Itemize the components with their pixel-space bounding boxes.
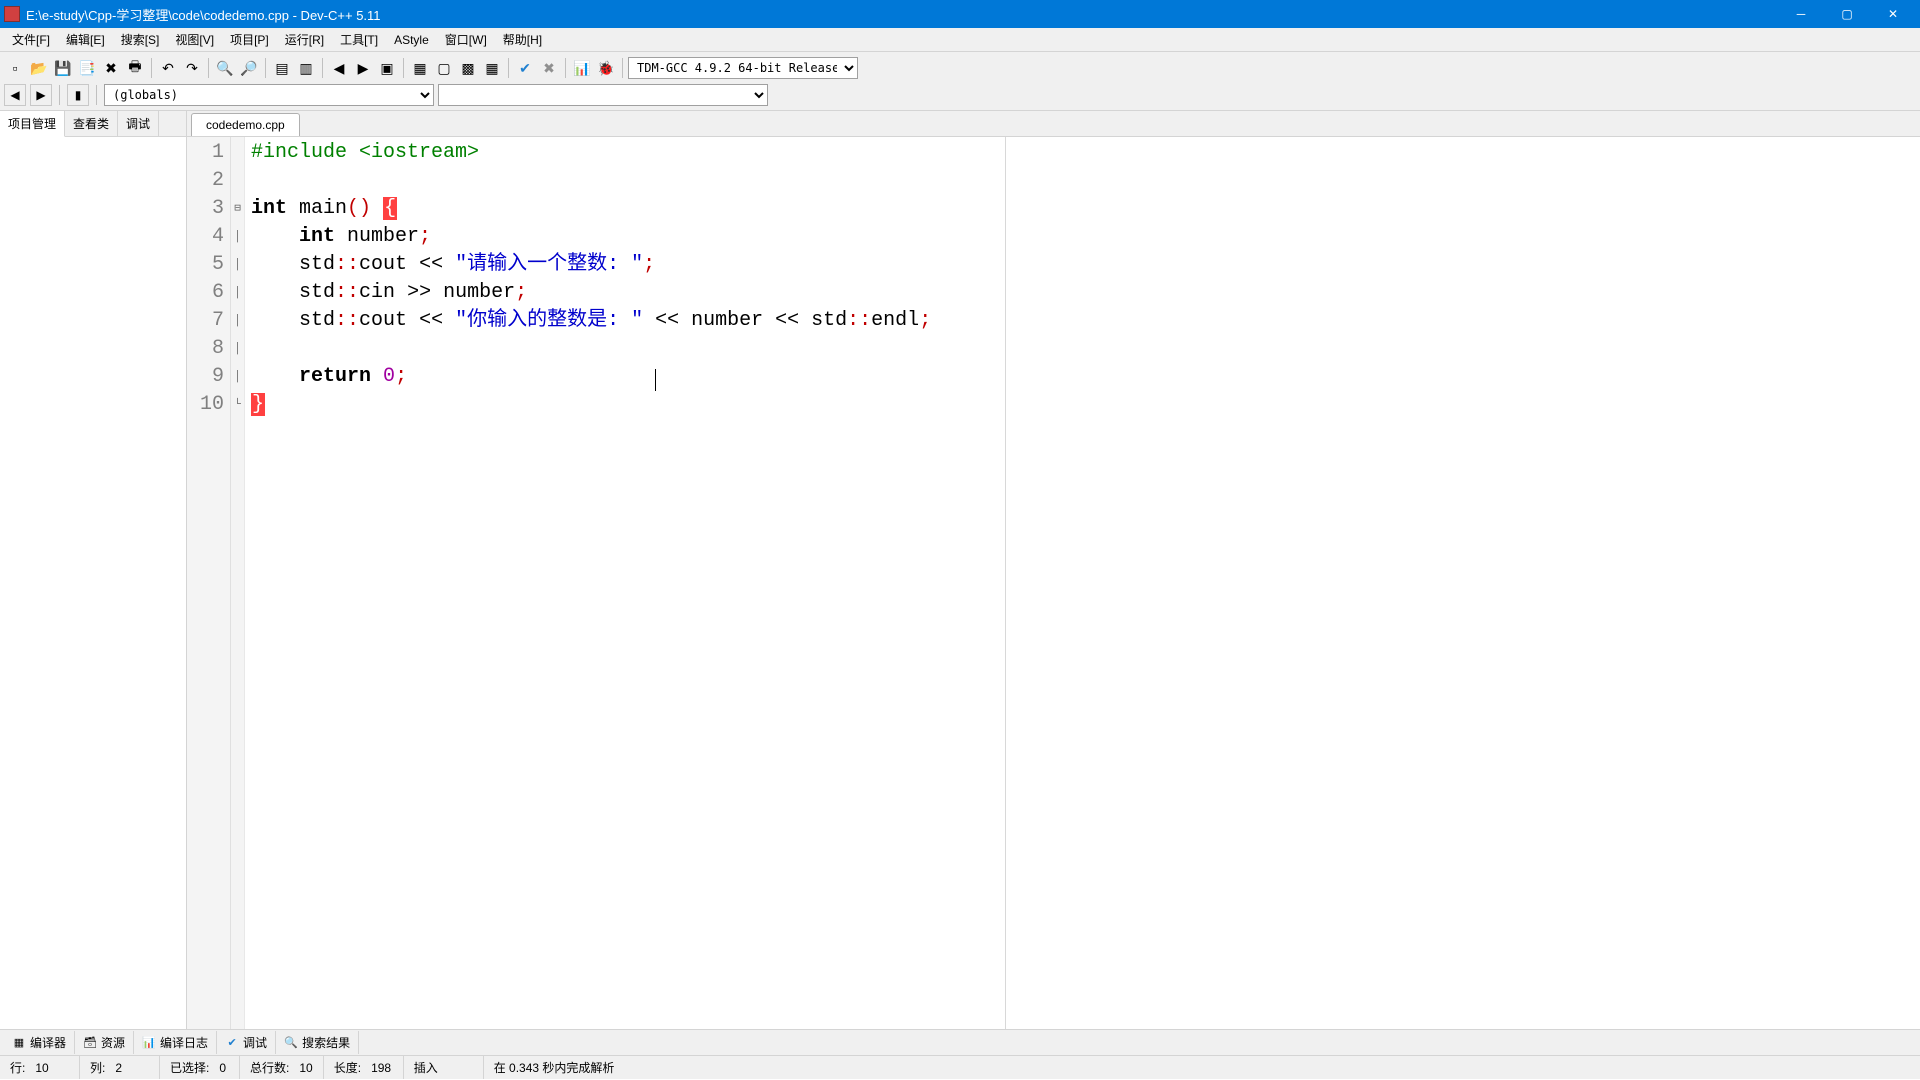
grid-icon: ▦ (12, 1036, 26, 1050)
separator (265, 58, 266, 78)
editor-area: codedemo.cpp 12345678910 ⊟││││││└ #inclu… (187, 111, 1920, 1029)
stop-icon[interactable]: ▣ (376, 57, 398, 79)
minimize-button[interactable]: ─ (1778, 0, 1824, 28)
status-bar: 行: 10 列: 2 已选择: 0 总行数: 10 长度: 198 插入 在 0… (0, 1055, 1920, 1079)
menu-bar: 文件[F] 编辑[E] 搜索[S] 视图[V] 项目[P] 运行[R] 工具[T… (0, 28, 1920, 52)
status-line: 行: 10 (0, 1056, 80, 1079)
bookmark-icon[interactable]: ▤ (271, 57, 293, 79)
check-icon: ✔ (225, 1036, 239, 1050)
separator (322, 58, 323, 78)
print-margin (1005, 137, 1006, 1029)
title-bar: E:\e-study\Cpp-学习整理\code\codedemo.cpp - … (0, 0, 1920, 28)
close-file-icon[interactable]: ✖ (100, 57, 122, 79)
status-parse: 在 0.343 秒内完成解析 (484, 1056, 1920, 1079)
compile-run-icon[interactable]: ▩ (457, 57, 479, 79)
new-file-icon[interactable]: ▫ (4, 57, 26, 79)
brace-match: } (251, 393, 265, 416)
sidebar-content (0, 137, 186, 1029)
menu-view[interactable]: 视图[V] (167, 28, 222, 51)
open-file-icon[interactable]: 📂 (28, 57, 50, 79)
check-icon[interactable]: ✔ (514, 57, 536, 79)
editor-tab[interactable]: codedemo.cpp (191, 113, 300, 136)
redo-icon[interactable]: ↷ (181, 57, 203, 79)
separator (508, 58, 509, 78)
find-icon[interactable]: 🔍 (214, 57, 236, 79)
next-icon[interactable]: ▶ (352, 57, 374, 79)
toggle-icon[interactable]: ▮ (67, 84, 89, 106)
sidebar: 项目管理 查看类 调试 (0, 111, 187, 1029)
menu-file[interactable]: 文件[F] (4, 28, 58, 51)
code-editor[interactable]: 12345678910 ⊟││││││└ #include <iostream>… (187, 137, 1920, 1029)
run-icon[interactable]: ▢ (433, 57, 455, 79)
forward-icon[interactable]: ▶ (30, 84, 52, 106)
compile-icon[interactable]: ▦ (409, 57, 431, 79)
separator (622, 58, 623, 78)
maximize-button[interactable]: ▢ (1824, 0, 1870, 28)
menu-astyle[interactable]: AStyle (386, 30, 437, 50)
bottom-tab-compiler[interactable]: ▦编译器 (4, 1031, 75, 1054)
delete-icon[interactable]: ✖ (538, 57, 560, 79)
bottom-tab-log[interactable]: 📊编译日志 (134, 1031, 217, 1054)
menu-run[interactable]: 运行[R] (277, 28, 332, 51)
sidebar-tab-classes[interactable]: 查看类 (65, 111, 118, 136)
separator (151, 58, 152, 78)
fold-toggle-icon[interactable]: ⊟ (231, 195, 244, 223)
save-all-icon[interactable]: 📑 (76, 57, 98, 79)
save-icon[interactable]: 💾 (52, 57, 74, 79)
menu-window[interactable]: 窗口[W] (437, 28, 495, 51)
globals-combo[interactable]: (globals) (104, 84, 434, 106)
compiler-select[interactable]: TDM-GCC 4.9.2 64-bit Release (628, 57, 858, 79)
symbols-combo[interactable] (438, 84, 768, 106)
sidebar-tab-project[interactable]: 项目管理 (0, 111, 65, 137)
menu-help[interactable]: 帮助[H] (495, 28, 550, 51)
menu-tools[interactable]: 工具[T] (332, 28, 386, 51)
close-button[interactable]: ✕ (1870, 0, 1916, 28)
bottom-tab-search[interactable]: 🔍搜索结果 (276, 1031, 359, 1054)
preproc: #include <iostream> (251, 141, 479, 164)
replace-icon[interactable]: 🔎 (238, 57, 260, 79)
menu-edit[interactable]: 编辑[E] (58, 28, 113, 51)
log-icon: 📊 (142, 1036, 156, 1050)
status-len: 长度: 198 (324, 1056, 404, 1079)
menu-project[interactable]: 项目[P] (222, 28, 277, 51)
toolbar: ▫ 📂 💾 📑 ✖ 🖶 ↶ ↷ 🔍 🔎 ▤ ▥ ◀ ▶ ▣ ▦ ▢ ▩ ▦ ✔ … (0, 52, 1920, 111)
print-icon[interactable]: 🖶 (124, 57, 146, 79)
separator (403, 58, 404, 78)
profile-icon[interactable]: 📊 (571, 57, 593, 79)
brace-match: { (383, 197, 397, 220)
bottom-panel-tabs: ▦编译器 🗃资源 📊编译日志 ✔调试 🔍搜索结果 (0, 1029, 1920, 1055)
undo-icon[interactable]: ↶ (157, 57, 179, 79)
prev-icon[interactable]: ◀ (328, 57, 350, 79)
status-total: 总行数: 10 (240, 1056, 324, 1079)
debug-icon[interactable]: 🐞 (595, 57, 617, 79)
status-col: 列: 2 (80, 1056, 160, 1079)
bottom-tab-resources[interactable]: 🗃资源 (75, 1031, 134, 1054)
app-icon (4, 6, 20, 22)
fold-gutter: ⊟││││││└ (231, 137, 245, 1029)
rebuild-icon[interactable]: ▦ (481, 57, 503, 79)
line-gutter: 12345678910 (187, 137, 231, 1029)
separator (565, 58, 566, 78)
resource-icon: 🗃 (83, 1036, 97, 1050)
back-icon[interactable]: ◀ (4, 84, 26, 106)
bottom-tab-debug[interactable]: ✔调试 (217, 1031, 276, 1054)
separator (208, 58, 209, 78)
sidebar-tab-debug[interactable]: 调试 (118, 111, 159, 136)
status-mode: 插入 (404, 1056, 484, 1079)
menu-search[interactable]: 搜索[S] (113, 28, 168, 51)
goto-icon[interactable]: ▥ (295, 57, 317, 79)
text-cursor (655, 369, 656, 391)
separator (96, 85, 97, 105)
status-sel: 已选择: 0 (160, 1056, 240, 1079)
search-icon: 🔍 (284, 1036, 298, 1050)
window-title: E:\e-study\Cpp-学习整理\code\codedemo.cpp - … (26, 5, 1778, 24)
code-body[interactable]: #include <iostream> int main() { int num… (245, 137, 1920, 1029)
separator (59, 85, 60, 105)
